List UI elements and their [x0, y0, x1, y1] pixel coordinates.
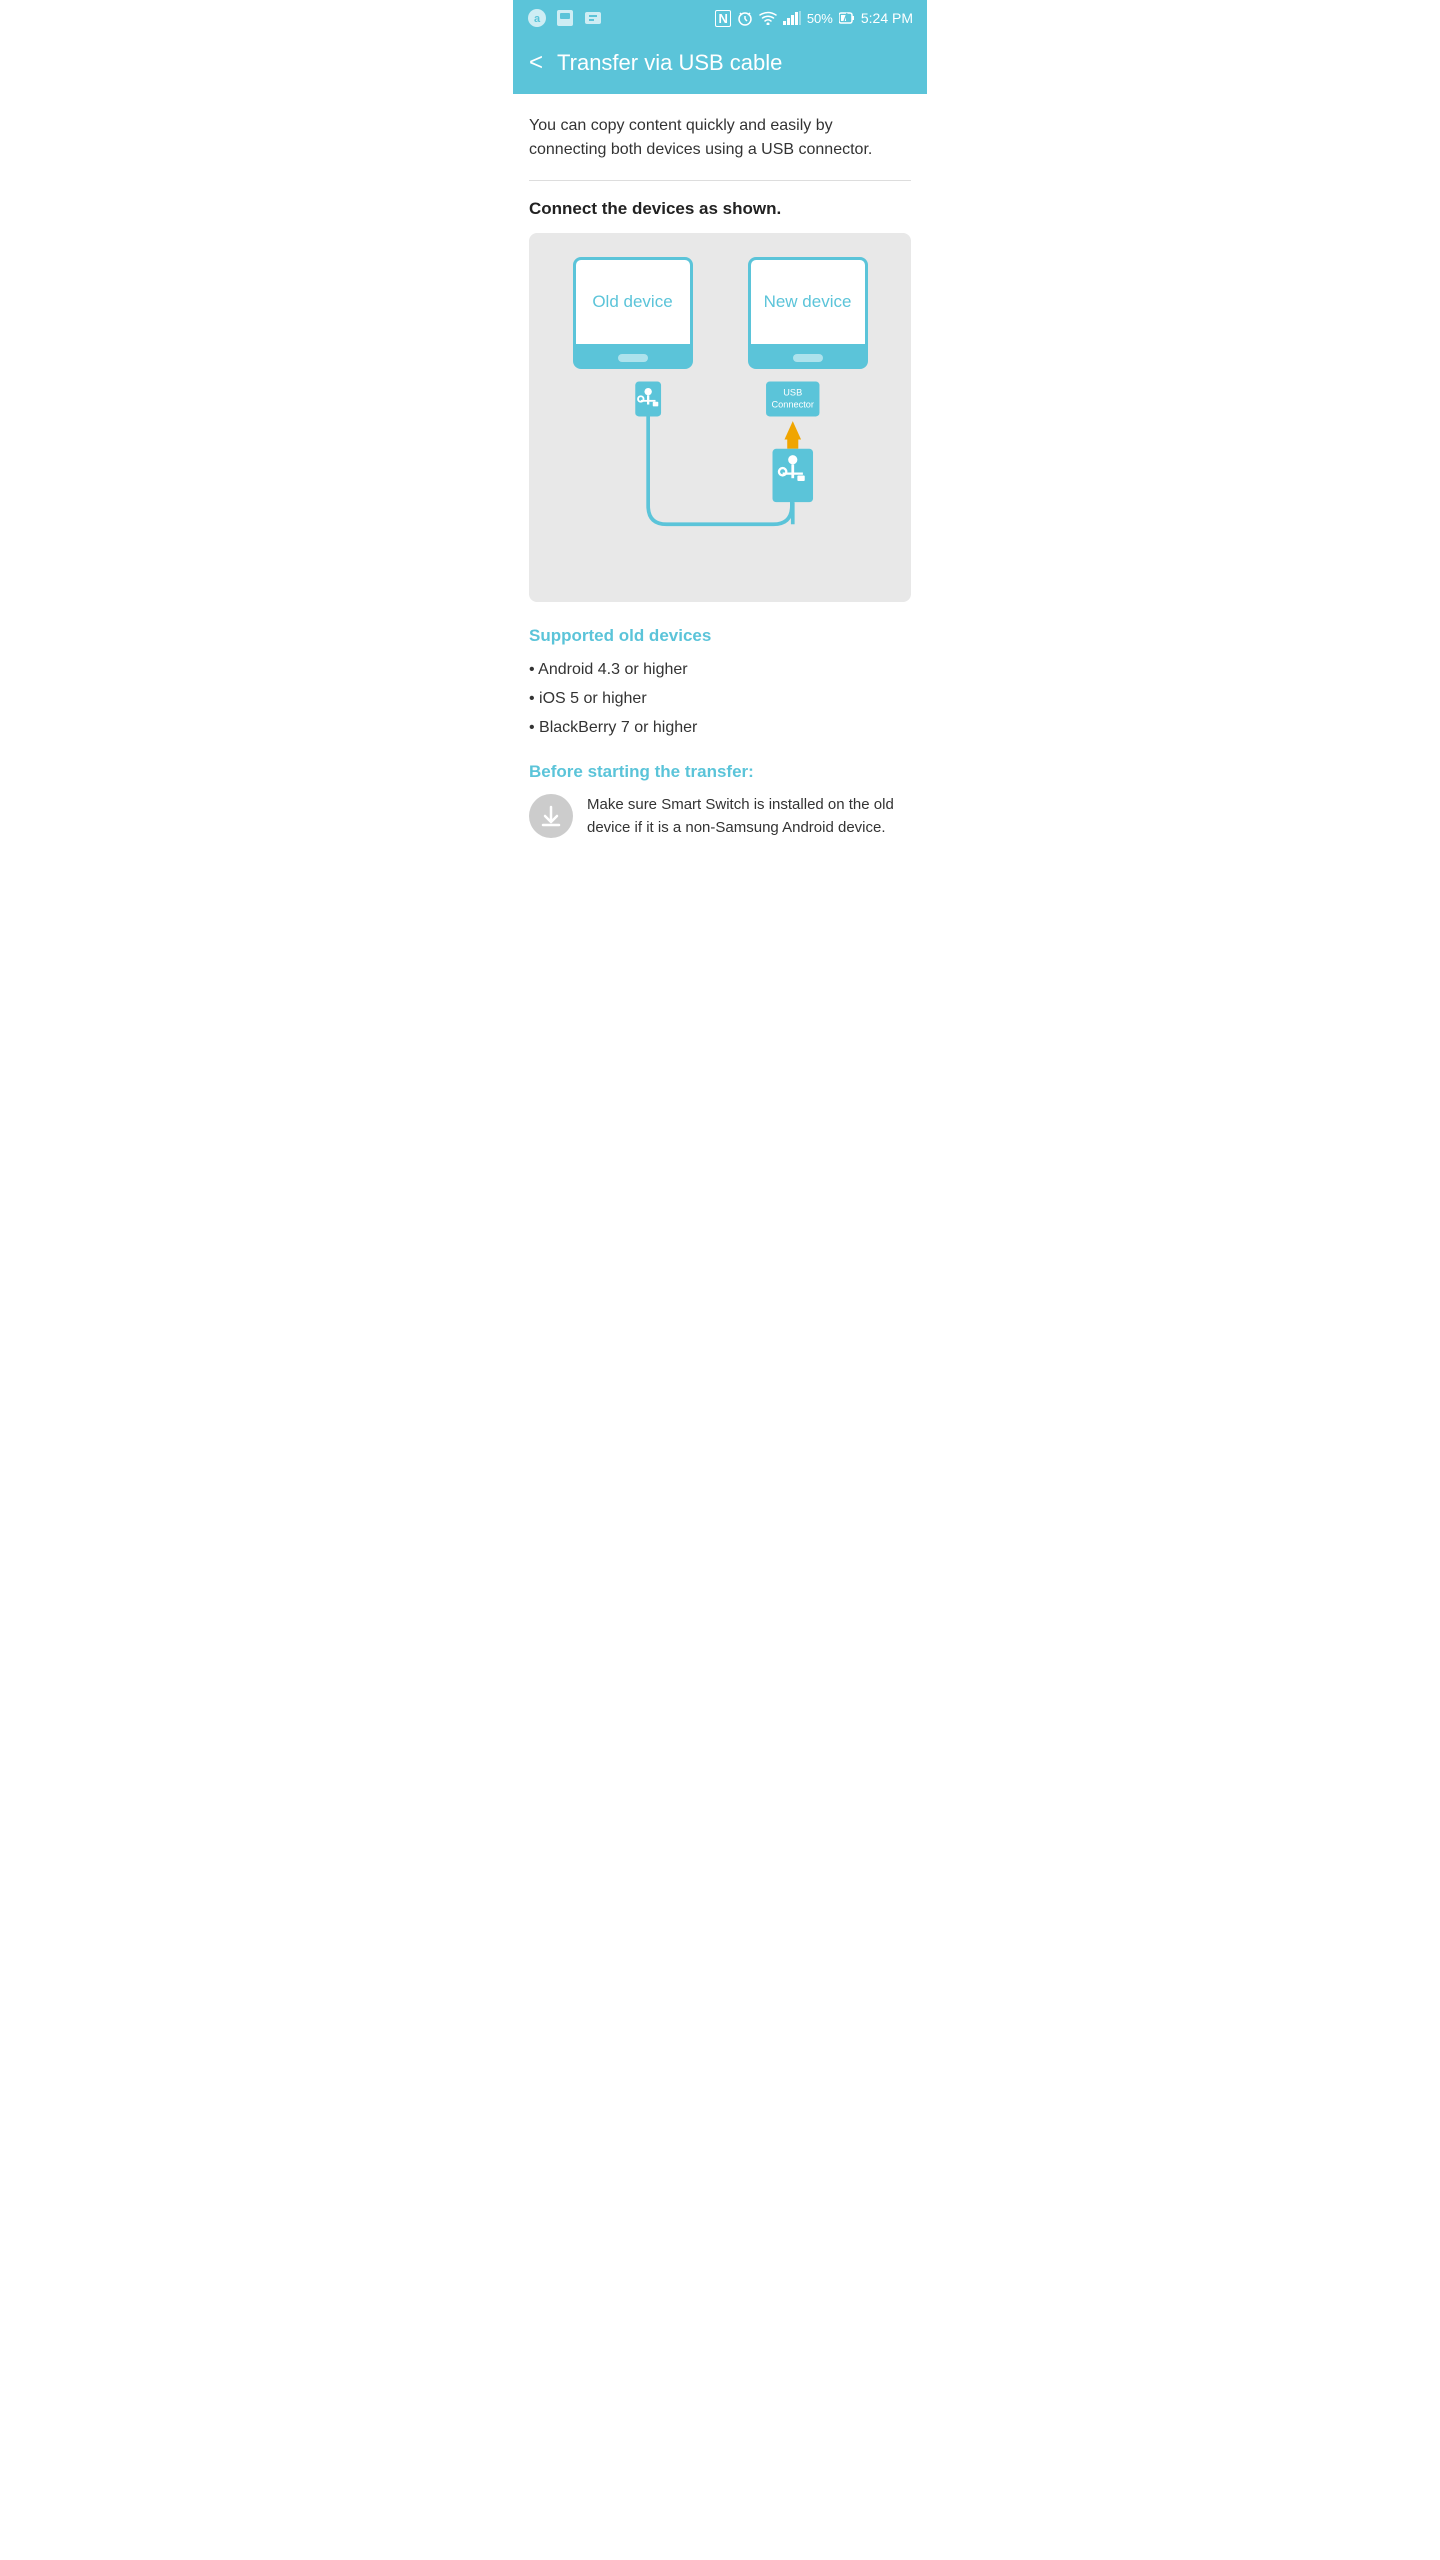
back-button[interactable]: <: [529, 51, 543, 75]
status-bar: a N: [513, 0, 927, 36]
wifi-icon: [759, 11, 777, 25]
old-device-phone: Old device: [573, 257, 693, 369]
cable-diagram: USB Connector: [545, 369, 895, 574]
devices-row: Old device New device: [545, 257, 895, 369]
svg-text:USB: USB: [783, 387, 802, 397]
list-item-android: Android 4.3 or higher: [529, 656, 911, 685]
list-item-ios: iOS 5 or higher: [529, 685, 911, 714]
old-device-label: Old device: [592, 292, 672, 312]
new-device-phone: New device: [748, 257, 868, 369]
nfc-icon: N: [715, 10, 730, 27]
old-device-bottom: [573, 347, 693, 369]
old-device-screen: Old device: [573, 257, 693, 347]
status-bar-left-icons: a: [527, 8, 603, 28]
cable-svg: USB Connector: [545, 369, 895, 569]
new-device-screen: New device: [748, 257, 868, 347]
status-time: 5:24 PM: [861, 10, 913, 26]
new-device-button: [793, 354, 823, 362]
status-bar-right-icons: N 50%: [715, 10, 913, 27]
app-icon-3: [583, 8, 603, 28]
info-row: Make sure Smart Switch is installed on t…: [529, 794, 911, 839]
new-device-bottom: [748, 347, 868, 369]
supported-section: Supported old devices Android 4.3 or hig…: [529, 626, 911, 742]
supported-list: Android 4.3 or higher iOS 5 or higher Bl…: [529, 656, 911, 742]
header-title: Transfer via USB cable: [557, 50, 782, 76]
before-info-text: Make sure Smart Switch is installed on t…: [587, 794, 911, 839]
signal-icon: [783, 11, 801, 25]
connect-heading: Connect the devices as shown.: [529, 199, 911, 219]
new-device-label: New device: [764, 292, 852, 312]
app-icon-2: [555, 8, 575, 28]
divider: [529, 180, 911, 181]
app-icon-1: a: [527, 8, 547, 28]
alarm-icon: [737, 10, 753, 26]
header: < Transfer via USB cable: [513, 36, 927, 94]
svg-text:a: a: [534, 13, 541, 25]
svg-text:Connector: Connector: [772, 399, 814, 409]
download-icon-circle: [529, 794, 573, 838]
description-text: You can copy content quickly and easily …: [529, 114, 911, 162]
before-title: Before starting the transfer:: [529, 762, 911, 782]
before-section: Before starting the transfer: Make sure …: [529, 762, 911, 839]
download-icon: [538, 803, 564, 829]
supported-title: Supported old devices: [529, 626, 911, 646]
battery-percent: 50%: [807, 11, 833, 26]
main-content: You can copy content quickly and easily …: [513, 94, 927, 873]
battery-icon: [839, 11, 855, 25]
list-item-blackberry: BlackBerry 7 or higher: [529, 714, 911, 743]
old-device-button: [618, 354, 648, 362]
device-diagram: Old device New device: [529, 233, 911, 602]
